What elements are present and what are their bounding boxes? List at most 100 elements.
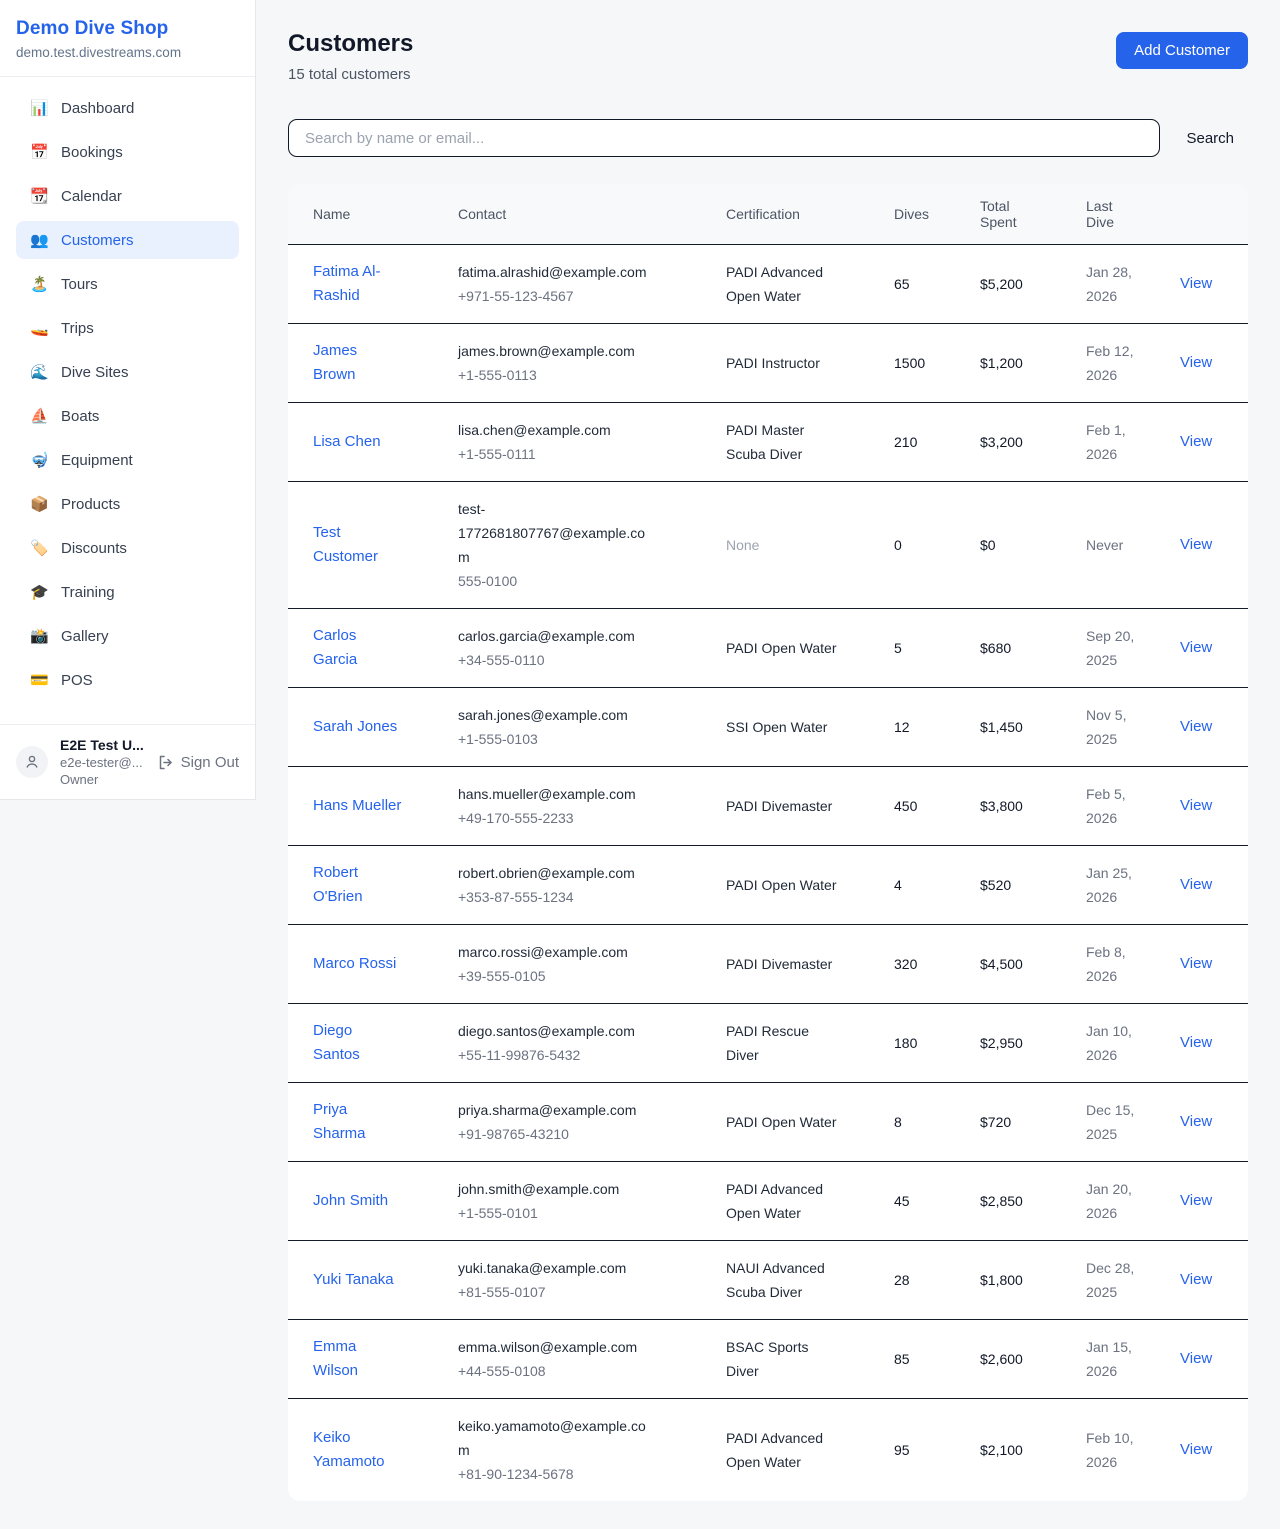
customer-email: yuki.tanaka@example.com — [458, 1256, 653, 1280]
customer-name-link[interactable]: Marco Rossi — [313, 952, 396, 976]
sidebar-item-discounts[interactable]: 🏷️ Discounts — [16, 529, 239, 567]
customer-dives: 320 — [878, 924, 964, 1003]
customer-certification: SSI Open Water — [726, 715, 827, 739]
customer-phone: +1-555-0103 — [458, 727, 694, 751]
customer-email: sarah.jones@example.com — [458, 703, 653, 727]
customer-name-link[interactable]: Keiko Yamamoto — [313, 1426, 403, 1474]
customer-last-dive: Feb 5, 2026 — [1086, 782, 1148, 830]
sidebar-item-boats[interactable]: ⛵ Boats — [16, 397, 239, 435]
customer-certification: PADI Rescue Diver — [726, 1019, 838, 1067]
boats-icon: ⛵ — [30, 407, 48, 425]
customer-email: test-1772681807767@example.com — [458, 497, 653, 569]
customer-dives: 8 — [878, 1082, 964, 1161]
customer-name-link[interactable]: Robert O'Brien — [313, 861, 403, 909]
sidebar-item-gallery[interactable]: 📸 Gallery — [16, 617, 239, 655]
sidebar-item-products[interactable]: 📦 Products — [16, 485, 239, 523]
customer-email: lisa.chen@example.com — [458, 418, 653, 442]
search-button[interactable]: Search — [1160, 130, 1248, 147]
view-link[interactable]: View — [1180, 275, 1212, 292]
customer-certification: PADI Divemaster — [726, 952, 832, 976]
customer-last-dive: Dec 28, 2025 — [1086, 1256, 1148, 1304]
column-header-contact: Contact — [442, 184, 710, 244]
table-row: Priya Sharma priya.sharma@example.com +9… — [288, 1082, 1248, 1161]
customer-name-link[interactable]: Emma Wilson — [313, 1335, 403, 1383]
customer-name-link[interactable]: Hans Mueller — [313, 794, 401, 818]
customer-dives: 65 — [878, 244, 964, 323]
view-link[interactable]: View — [1180, 876, 1212, 893]
table-row: Diego Santos diego.santos@example.com +5… — [288, 1003, 1248, 1082]
customer-name-link[interactable]: James Brown — [313, 339, 403, 387]
customer-name-link[interactable]: Diego Santos — [313, 1019, 403, 1067]
column-header-certification: Certification — [710, 184, 878, 244]
search-input[interactable] — [288, 119, 1160, 157]
customer-name-link[interactable]: Carlos Garcia — [313, 624, 403, 672]
sidebar-item-training[interactable]: 🎓 Training — [16, 573, 239, 611]
column-header-last-dive: Last Dive — [1070, 184, 1164, 244]
trips-icon: 🚤 — [30, 319, 48, 337]
user-info: E2E Test U... e2e-tester@... Owner — [60, 737, 145, 787]
sidebar-item-calendar[interactable]: 📆 Calendar — [16, 177, 239, 215]
customer-last-dive: Jan 20, 2026 — [1086, 1177, 1148, 1225]
customer-email: diego.santos@example.com — [458, 1019, 653, 1043]
discounts-icon: 🏷️ — [30, 539, 48, 557]
customer-name-link[interactable]: Priya Sharma — [313, 1098, 403, 1146]
customer-name-link[interactable]: Lisa Chen — [313, 430, 381, 454]
page-header: Customers 15 total customers Add Custome… — [288, 30, 1248, 83]
view-link[interactable]: View — [1180, 639, 1212, 656]
sidebar-item-bookings[interactable]: 📅 Bookings — [16, 133, 239, 171]
view-link[interactable]: View — [1180, 433, 1212, 450]
search-bar: Search — [288, 119, 1248, 157]
view-link[interactable]: View — [1180, 354, 1212, 371]
view-link[interactable]: View — [1180, 797, 1212, 814]
sidebar-item-tours[interactable]: 🏝️ Tours — [16, 265, 239, 303]
column-header-name: Name — [288, 184, 442, 244]
customer-total-spent: $3,800 — [964, 766, 1070, 845]
customer-last-dive: Feb 10, 2026 — [1086, 1426, 1148, 1474]
view-link[interactable]: View — [1180, 1271, 1212, 1288]
customer-name-link[interactable]: Test Customer — [313, 521, 403, 569]
main-content: Customers 15 total customers Add Custome… — [256, 0, 1280, 1529]
customer-phone: +1-555-0101 — [458, 1201, 694, 1225]
view-link[interactable]: View — [1180, 955, 1212, 972]
sidebar-header: Demo Dive Shop demo.test.divestreams.com — [0, 0, 255, 77]
customer-last-dive: Jan 10, 2026 — [1086, 1019, 1148, 1067]
sidebar-item-trips[interactable]: 🚤 Trips — [16, 309, 239, 347]
customers-icon: 👥 — [30, 231, 48, 249]
person-icon — [24, 754, 40, 770]
customer-phone: 555-0100 — [458, 569, 694, 593]
customer-email: priya.sharma@example.com — [458, 1098, 653, 1122]
table-row: Carlos Garcia carlos.garcia@example.com … — [288, 608, 1248, 687]
customer-total-spent: $2,100 — [964, 1398, 1070, 1501]
add-customer-button[interactable]: Add Customer — [1116, 32, 1248, 69]
customer-name-link[interactable]: John Smith — [313, 1189, 388, 1213]
view-link[interactable]: View — [1180, 1441, 1212, 1458]
customer-last-dive: Feb 1, 2026 — [1086, 418, 1148, 466]
customer-total-spent: $2,850 — [964, 1161, 1070, 1240]
customer-total-spent: $520 — [964, 845, 1070, 924]
customer-phone: +971-55-123-4567 — [458, 284, 694, 308]
training-icon: 🎓 — [30, 583, 48, 601]
view-link[interactable]: View — [1180, 536, 1212, 553]
sidebar: Demo Dive Shop demo.test.divestreams.com… — [0, 0, 256, 800]
view-link[interactable]: View — [1180, 1192, 1212, 1209]
customer-total-spent: $2,950 — [964, 1003, 1070, 1082]
view-link[interactable]: View — [1180, 1113, 1212, 1130]
customer-dives: 45 — [878, 1161, 964, 1240]
customer-dives: 180 — [878, 1003, 964, 1082]
customer-certification: BSAC Sports Diver — [726, 1335, 838, 1383]
customer-name-link[interactable]: Sarah Jones — [313, 715, 397, 739]
sidebar-item-dive-sites[interactable]: 🌊 Dive Sites — [16, 353, 239, 391]
sidebar-item-equipment[interactable]: 🤿 Equipment — [16, 441, 239, 479]
sidebar-item-pos[interactable]: 💳 POS — [16, 661, 239, 699]
sidebar-item-dashboard[interactable]: 📊 Dashboard — [16, 89, 239, 127]
sidebar-item-customers[interactable]: 👥 Customers — [16, 221, 239, 259]
view-link[interactable]: View — [1180, 1034, 1212, 1051]
view-link[interactable]: View — [1180, 718, 1212, 735]
customer-name-link[interactable]: Fatima Al-Rashid — [313, 260, 403, 308]
view-link[interactable]: View — [1180, 1350, 1212, 1367]
customer-name-link[interactable]: Yuki Tanaka — [313, 1268, 394, 1292]
customer-certification: PADI Advanced Open Water — [726, 260, 838, 308]
table-row: Fatima Al-Rashid fatima.alrashid@example… — [288, 244, 1248, 323]
customer-certification: PADI Open Water — [726, 873, 836, 897]
sign-out-button[interactable]: Sign Out — [157, 754, 239, 771]
